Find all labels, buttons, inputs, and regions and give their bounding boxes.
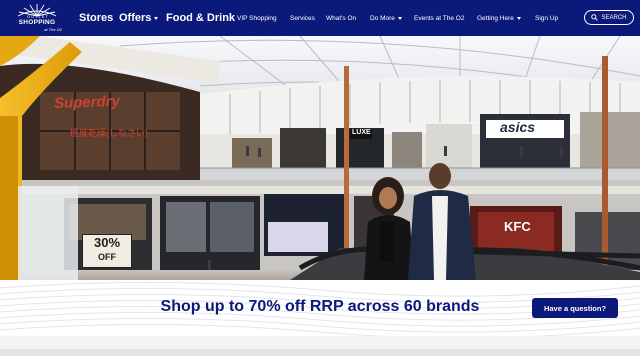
- chevron-down-icon: [154, 16, 159, 20]
- sale-off-text: OFF: [98, 252, 116, 262]
- nav-food-drink[interactable]: Food & Drink: [166, 0, 235, 36]
- hero-mall-photo: Superdry 極度乾燥(しなさい) LUXE asics KFC 30% O…: [0, 36, 640, 280]
- nav-do-more[interactable]: Do More: [370, 0, 402, 36]
- nav-whats-on[interactable]: What's On: [326, 0, 356, 36]
- nav-getting-here[interactable]: Getting Here: [477, 0, 521, 36]
- bottom-divider: [0, 349, 640, 356]
- search-button[interactable]: SEARCH: [584, 10, 634, 25]
- nav-stores[interactable]: Stores: [79, 0, 113, 36]
- nav-offers[interactable]: Offers: [119, 0, 159, 36]
- superdry-sign: Superdry: [53, 92, 121, 113]
- nav-do-more-label: Do More: [370, 14, 395, 22]
- luxe-sign: LUXE: [352, 129, 371, 136]
- logo-shopping-text: SHOPPING: [18, 19, 56, 26]
- search-icon: [591, 14, 599, 21]
- nav-offers-label: Offers: [119, 12, 152, 24]
- chevron-down-icon: [516, 16, 521, 20]
- nav-vip-shopping[interactable]: VIP Shopping: [237, 0, 277, 36]
- superdry-japanese-sign: 極度乾燥(しなさい): [70, 128, 148, 138]
- nav-sign-up[interactable]: Sign Up: [535, 0, 558, 36]
- kfc-sign: KFC: [504, 219, 531, 234]
- sale-percent-text: 30%: [93, 235, 121, 250]
- sale-poster: 30% OFF: [82, 234, 132, 268]
- chevron-down-icon: [397, 16, 402, 20]
- nav-getting-here-label: Getting Here: [477, 14, 514, 22]
- nav-events[interactable]: Events at The O2: [414, 0, 464, 36]
- asics-sign: asics: [500, 119, 536, 135]
- logo-o2-text: at The O2: [44, 27, 62, 32]
- top-navigation-bar: OUTLET SHOPPING at The O2 Stores Offers …: [0, 0, 640, 36]
- have-a-question-button[interactable]: Have a question?: [532, 298, 618, 318]
- search-label: SEARCH: [601, 14, 627, 21]
- nav-services[interactable]: Services: [290, 0, 315, 36]
